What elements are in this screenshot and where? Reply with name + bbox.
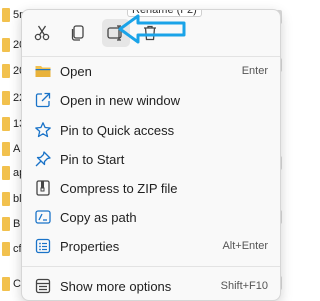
folder-icon (2, 142, 10, 156)
menu-item-label: Copy as path (60, 209, 137, 225)
menu-item-copy-as-path[interactable]: Copy as path (22, 203, 280, 231)
menu-item-label: Properties (60, 238, 120, 254)
copy-path-icon (35, 210, 51, 224)
folder-icon (2, 8, 10, 22)
cut-button[interactable] (28, 19, 56, 47)
menu-item-open[interactable]: Open Enter (22, 57, 280, 85)
menu-item-label: Pin to Start (60, 151, 125, 167)
menu-item-label: Pin to Quick access (60, 122, 175, 138)
menu-item-pin-quick-access[interactable]: Pin to Quick access (22, 116, 280, 144)
folder-icon (2, 91, 10, 105)
scissors-icon (34, 25, 50, 41)
properties-icon (35, 238, 51, 254)
menu-item-open-new-window[interactable]: Open in new window (22, 86, 280, 114)
copy-button[interactable] (64, 19, 92, 47)
folder-icon (2, 217, 10, 231)
menu-item-label: Compress to ZIP file (60, 180, 178, 196)
folder-icon (2, 277, 10, 291)
menu-item-label: Open (60, 63, 92, 79)
menu-item-shortcut: Shift+F10 (220, 280, 268, 292)
folder-icon (2, 117, 10, 131)
annotation-arrow-icon (118, 14, 186, 44)
menu-divider (22, 266, 280, 267)
folder-icon (2, 64, 10, 78)
menu-item-compress-zip[interactable]: Compress to ZIP file (22, 174, 280, 202)
context-menu: Rename (F2) Open Enter Open in new windo… (21, 9, 281, 301)
menu-item-show-more-options[interactable]: Show more options Shift+F10 (22, 272, 280, 300)
folder-icon (35, 66, 51, 77)
menu-item-label: Open in new window (60, 92, 180, 108)
menu-item-properties[interactable]: Properties Alt+Enter (22, 232, 280, 260)
zip-icon (36, 180, 50, 196)
menu-item-shortcut: Enter (241, 65, 268, 77)
menu-item-pin-start[interactable]: Pin to Start (22, 145, 280, 173)
menu-item-label: Show more options (60, 278, 172, 294)
folder-icon (2, 38, 10, 52)
open-new-window-icon (35, 92, 51, 108)
star-icon (35, 122, 51, 138)
more-options-icon (35, 278, 51, 294)
copy-icon (71, 25, 84, 41)
folder-icon (2, 166, 10, 180)
menu-item-shortcut: Alt+Enter (222, 240, 268, 252)
folder-icon (2, 192, 10, 206)
pin-icon (35, 151, 51, 167)
folder-icon (2, 242, 10, 256)
